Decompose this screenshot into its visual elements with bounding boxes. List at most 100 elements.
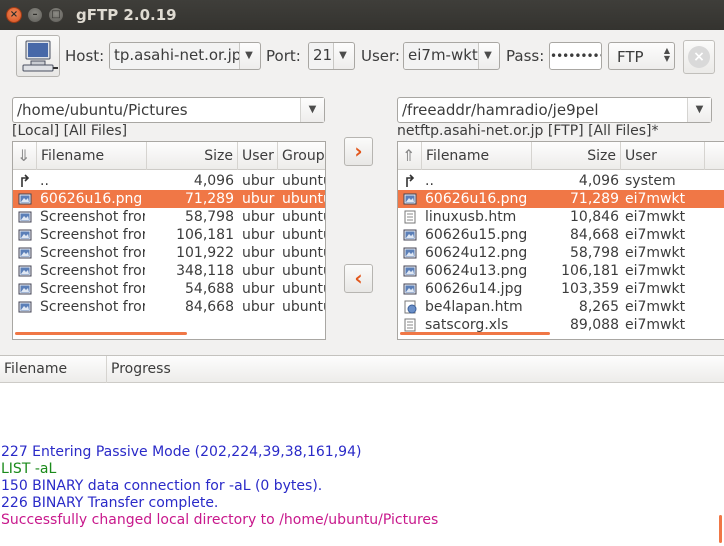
horizontal-scrollbar[interactable] [400, 332, 550, 335]
chevron-down-icon[interactable]: ▼ [477, 43, 499, 69]
col-size[interactable]: Size [147, 142, 238, 170]
stop-icon: × [688, 46, 710, 68]
cell-group: ubuntu [282, 245, 325, 261]
image-file-icon [403, 246, 417, 260]
file-row[interactable]: Screenshot fror 84,668 ubur ubuntu [13, 298, 325, 316]
host-label: Host: [65, 47, 105, 65]
remote-status: netftp.asahi-net.or.jp [FTP] [All Files]… [397, 123, 659, 139]
connect-button[interactable] [16, 35, 60, 77]
file-row[interactable]: Screenshot fror 101,922 ubur ubuntu [13, 244, 325, 262]
cell-group: ubuntu [282, 299, 325, 315]
log-panel[interactable]: 227 Entering Passive Mode (202,224,39,38… [0, 441, 724, 546]
user-input[interactable]: ei7m-wkt [404, 43, 479, 69]
log-line: 150 BINARY data connection for -aL (0 by… [1, 478, 323, 494]
cell-name: 60626u14.jpg [425, 281, 523, 297]
cell-user: ei7mwkt [625, 209, 686, 225]
col-filename[interactable]: Filename [422, 142, 532, 170]
cell-name: linuxusb.htm [425, 209, 517, 225]
stop-button[interactable]: × [683, 40, 715, 74]
local-file-list[interactable]: ⇓ Filename Size User Group .. 4,096 ubur ub… [12, 141, 326, 340]
cell-user: ei7mwkt [625, 281, 686, 297]
col-group[interactable]: Group [278, 142, 325, 170]
port-combo[interactable]: 21 ▼ [308, 42, 355, 70]
close-window-button[interactable]: × [6, 7, 22, 23]
cell-user: ubur [242, 209, 275, 225]
col-more[interactable] [705, 142, 724, 170]
host-input[interactable]: tp.asahi-net.or.jp [110, 43, 240, 69]
pass-label: Pass: [506, 47, 545, 65]
cell-name: Screenshot fror [40, 299, 145, 315]
col-transfer-progress[interactable]: Progress [107, 356, 724, 383]
file-row[interactable]: 60626u15.png84,668ei7mwktei7mwkt [398, 226, 724, 244]
file-row[interactable]: ..4,096systemsystem [398, 172, 724, 190]
file-row[interactable]: .. 4,096 ubur ubuntu [13, 172, 325, 190]
file-row[interactable]: Screenshot fror 106,181 ubur ubuntu [13, 226, 325, 244]
password-input[interactable]: •••••••••• [549, 42, 602, 70]
file-row[interactable]: 60624u12.png58,798ei7mwktei7mwkt [398, 244, 724, 262]
port-label: Port: [266, 47, 301, 65]
chevron-down-icon[interactable]: ▼ [332, 43, 354, 69]
image-file-icon [18, 264, 32, 278]
close-icon: × [9, 9, 19, 20]
sort-arrow-icon[interactable]: ⇓ [13, 142, 37, 170]
file-row[interactable]: Screenshot fror 58,798 ubur ubuntu [13, 208, 325, 226]
maximize-window-button[interactable]: □ [48, 7, 64, 23]
file-row[interactable]: be4lapan.htm8,265ei7mwktei7mwkt [398, 298, 724, 316]
cell-group: ubuntu [282, 263, 325, 279]
local-list-header: ⇓ Filename Size User Group [13, 142, 325, 170]
cell-size: 84,668 [185, 299, 234, 315]
horizontal-scrollbar[interactable] [15, 332, 187, 335]
cell-user: ubur [242, 191, 275, 207]
minimize-window-button[interactable]: – [27, 7, 43, 23]
cell-user: ei7mwkt [625, 263, 686, 279]
col-transfer-filename[interactable]: Filename [0, 356, 107, 383]
chevron-down-icon[interactable]: ▼ [300, 98, 324, 122]
transfer-header: Filename Progress [0, 356, 724, 383]
file-row[interactable]: 60626u16.png 71,289 ubur ubuntu [13, 190, 325, 208]
local-path-input[interactable]: /home/ubuntu/Pictures [17, 101, 188, 119]
port-input[interactable]: 21 [309, 43, 334, 69]
host-combo[interactable]: tp.asahi-net.or.jp ▼ [109, 42, 261, 70]
image-file-icon [18, 300, 32, 314]
html-file-icon [403, 300, 417, 314]
file-row[interactable]: 60626u16.png71,289ei7mwktei7mwkt [398, 190, 724, 208]
file-row[interactable]: 60624u13.png106,181ei7mwktei7mwkt [398, 262, 724, 280]
cell-user: ei7mwkt [625, 299, 686, 315]
transfer-queue[interactable]: Filename Progress [0, 355, 724, 441]
spreadsheet-file-icon [403, 318, 417, 332]
image-file-icon [403, 192, 417, 206]
col-user[interactable]: User [621, 142, 705, 170]
user-combo[interactable]: ei7m-wkt ▼ [403, 42, 500, 70]
image-file-icon [403, 228, 417, 242]
chevron-down-icon[interactable]: ▼ [687, 98, 711, 122]
cell-user: ei7mwkt [625, 245, 686, 261]
file-row[interactable]: linuxusb.htm10,846ei7mwktei7mwkt [398, 208, 724, 226]
download-button[interactable]: ‹ [344, 264, 373, 293]
file-row[interactable]: Screenshot fror 348,118 ubur ubuntu [13, 262, 325, 280]
window-title: gFTP 2.0.19 [76, 6, 177, 24]
remote-file-list[interactable]: ⇑ Filename Size User ..4,096systemsystem… [397, 141, 724, 340]
upload-button[interactable]: › [344, 137, 373, 166]
image-file-icon [403, 264, 417, 278]
cell-size: 71,289 [185, 191, 234, 207]
cell-user: ubur [242, 281, 275, 297]
file-row[interactable]: Screenshot fror 54,688 ubur ubuntu [13, 280, 325, 298]
cell-user: ubur [242, 227, 275, 243]
image-file-icon [18, 228, 32, 242]
cell-size: 58,798 [570, 245, 619, 261]
col-filename[interactable]: Filename [37, 142, 147, 170]
sort-arrow-icon[interactable]: ⇑ [398, 142, 422, 170]
cell-size: 106,181 [176, 227, 234, 243]
protocol-select[interactable]: FTP ▲ ▼ [608, 42, 675, 70]
file-row[interactable]: 60626u14.jpg103,359ei7mwktei7mwkt [398, 280, 724, 298]
image-file-icon [18, 210, 32, 224]
remote-path-input[interactable]: /freeaddr/hamradio/je9pel [402, 101, 599, 119]
log-line: 226 BINARY Transfer complete. [1, 495, 219, 511]
col-size[interactable]: Size [532, 142, 621, 170]
local-path-combo[interactable]: /home/ubuntu/Pictures ▼ [12, 97, 325, 123]
col-user[interactable]: User [238, 142, 278, 170]
remote-path-combo[interactable]: /freeaddr/hamradio/je9pel ▼ [397, 97, 712, 123]
vertical-scrollbar[interactable] [719, 515, 722, 543]
cell-user: ei7mwkt [625, 191, 686, 207]
chevron-down-icon[interactable]: ▼ [238, 43, 260, 69]
